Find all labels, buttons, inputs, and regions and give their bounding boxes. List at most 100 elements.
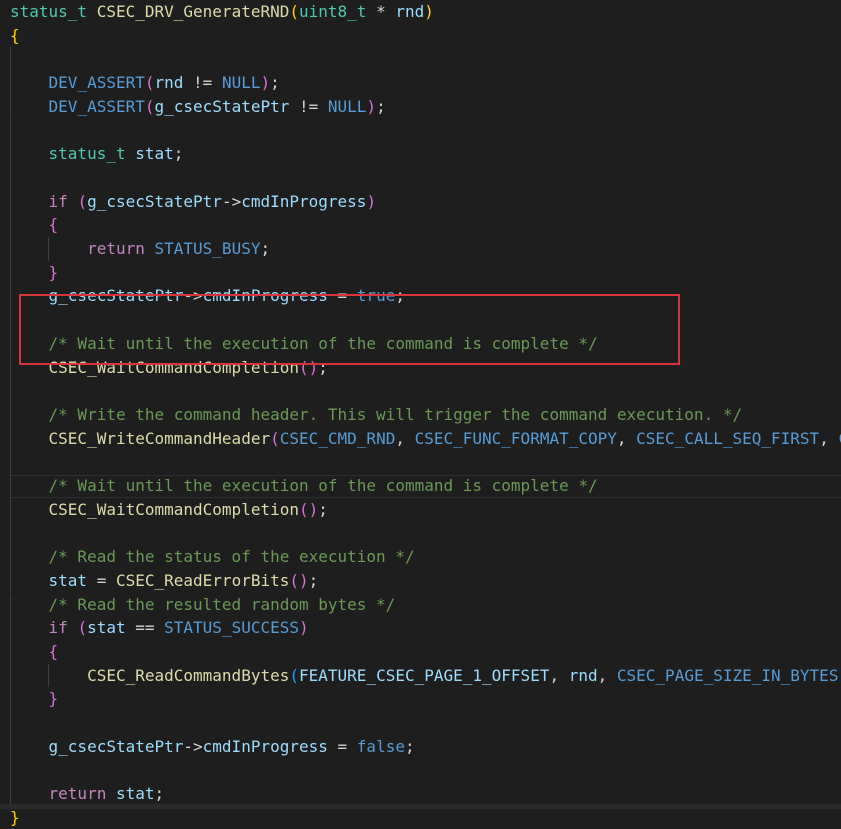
code-token: g_csecStatePtr (154, 96, 290, 116)
code-text: return STATUS_BUSY; (10, 237, 270, 261)
code-line[interactable]: if (stat == STATUS_SUCCESS) (0, 616, 841, 640)
code-token: ) (308, 499, 319, 519)
code-token: status_t (48, 144, 126, 164)
code-token: } (48, 689, 59, 709)
code-token: ( (298, 499, 309, 519)
code-text: DEV_ASSERT(rnd != NULL); (10, 71, 280, 95)
code-token: stat (135, 144, 174, 164)
code-line[interactable] (0, 118, 841, 143)
code-line[interactable] (0, 379, 841, 403)
code-token: ; (376, 96, 386, 116)
code-text: { (10, 24, 20, 48)
code-line[interactable] (0, 711, 841, 735)
code-text: DEV_ASSERT(g_csecStatePtr != NULL); (10, 95, 386, 119)
code-line[interactable]: /* Write the command header. This will t… (0, 402, 841, 427)
code-text: /* Read the status of the execution */ (10, 545, 415, 569)
code-token: CSEC_WaitCommandCompletion (48, 499, 299, 519)
code-token: CSEC_DRV_GenerateRND (96, 2, 290, 21)
code-text: CSEC_WriteCommandHeader(CSEC_CMD_RND, CS… (10, 427, 841, 451)
code-line[interactable]: { (0, 24, 841, 48)
code-line[interactable]: if (g_csecStatePtr->cmdInProgress) (0, 189, 841, 214)
code-token: } (10, 807, 20, 827)
code-line[interactable]: { (0, 639, 841, 664)
code-line[interactable]: } (0, 806, 841, 829)
code-line[interactable] (0, 450, 841, 474)
code-text: } (10, 687, 59, 711)
indent-guide (10, 118, 11, 143)
code-token: , (819, 428, 839, 448)
code-token: ( (144, 96, 155, 116)
code-text: } (10, 806, 20, 829)
code-line[interactable]: CSEC_WaitCommandCompletion(); (0, 497, 841, 522)
code-token: /* Wait until the execution of the comma… (48, 476, 598, 495)
code-token: STATUS_SUCCESS (164, 618, 299, 638)
code-token: ( (77, 618, 88, 638)
code-text: if (g_csecStatePtr->cmdInProgress) (10, 190, 377, 214)
editor-scrollbar-track[interactable] (0, 804, 841, 809)
indent-guide (10, 711, 11, 735)
code-token: /* Read the resulted random bytes */ (48, 594, 396, 614)
indent-guide (10, 521, 11, 546)
code-token: ) (260, 73, 271, 93)
code-line[interactable]: DEV_ASSERT(g_csecStatePtr != NULL); (0, 94, 841, 119)
code-token: ( (77, 191, 88, 211)
code-token: ( (289, 570, 299, 590)
code-line[interactable]: return stat; (0, 782, 841, 806)
code-text: status_t CSEC_DRV_GenerateRND(uint8_t * … (10, 0, 434, 24)
code-line[interactable] (0, 758, 841, 783)
code-text: /* Read the resulted random bytes */ (10, 593, 396, 617)
code-token: ) (299, 618, 309, 638)
code-token: , (549, 665, 569, 685)
code-line[interactable]: } (0, 260, 841, 285)
code-line[interactable]: { (0, 213, 841, 237)
code-line[interactable]: CSEC_WriteCommandHeader(CSEC_CMD_RND, CS… (0, 426, 841, 451)
code-line[interactable] (0, 47, 841, 72)
code-token: { (10, 25, 20, 45)
indent-guide (10, 379, 11, 403)
code-token: ; (318, 499, 328, 519)
code-line[interactable]: g_csecStatePtr->cmdInProgress = false; (0, 734, 841, 759)
code-token: ( (144, 73, 155, 93)
code-token: , (395, 428, 415, 448)
code-token: ( (289, 665, 299, 685)
code-line[interactable]: } (0, 687, 841, 711)
code-line[interactable]: CSEC_ReadCommandBytes(FEATURE_CSEC_PAGE_… (0, 663, 841, 688)
code-text: stat = CSEC_ReadErrorBits(); (10, 569, 319, 593)
code-editor[interactable]: status_t CSEC_DRV_GenerateRND(uint8_t * … (0, 0, 841, 827)
code-line[interactable]: status_t CSEC_DRV_GenerateRND(uint8_t * … (0, 0, 841, 24)
code-text: status_t stat; (10, 142, 184, 166)
code-token: ; (154, 784, 165, 804)
code-text: if (stat == STATUS_SUCCESS) (10, 616, 309, 640)
code-line[interactable]: status_t stat; (0, 142, 841, 166)
code-text: { (10, 640, 59, 664)
code-line[interactable]: /* Wait until the execution of the comma… (0, 474, 841, 498)
code-line[interactable]: DEV_ASSERT(rnd != NULL); (0, 71, 841, 95)
code-token: ) (366, 191, 377, 211)
code-token: if (48, 618, 68, 638)
code-line[interactable]: /* Read the status of the execution */ (0, 545, 841, 569)
code-token: NULL (327, 96, 367, 116)
code-token: DEV_ASSERT (48, 73, 145, 93)
code-line[interactable] (0, 165, 841, 190)
indent-guide (10, 450, 11, 474)
code-token: rnd (395, 2, 425, 21)
code-token: -> (183, 736, 203, 756)
code-token: return (48, 784, 107, 804)
code-line[interactable] (0, 521, 841, 546)
code-line[interactable]: stat = CSEC_ReadErrorBits(); (0, 568, 841, 593)
code-line[interactable]: /* Read the resulted random bytes */ (0, 592, 841, 617)
indent-guide (10, 758, 11, 783)
code-token: } (48, 262, 59, 282)
code-line[interactable]: return STATUS_BUSY; (0, 237, 841, 261)
code-token: , (597, 665, 617, 685)
